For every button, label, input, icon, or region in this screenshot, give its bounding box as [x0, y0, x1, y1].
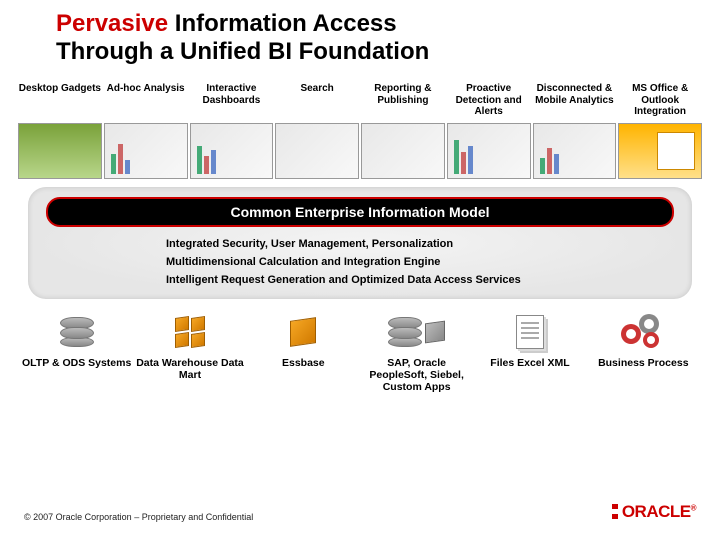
service-line: Intelligent Request Generation and Optim… — [46, 271, 674, 289]
model-container: Common Enterprise Information Model Inte… — [28, 187, 692, 299]
source-label: Data Warehouse Data Mart — [133, 357, 246, 381]
cap-cell: Interactive Dashboards — [190, 83, 274, 121]
copyright-text: © 2007 Oracle Corporation – Proprietary … — [24, 512, 253, 522]
cap-cell: MS Office & Outlook Integration — [618, 83, 702, 121]
database-cube-icon — [360, 311, 473, 353]
logo-reg: ® — [691, 503, 696, 512]
source-item: Data Warehouse Data Mart — [133, 311, 246, 393]
logo-main: ORACLE — [622, 502, 691, 521]
service-line: Multidimensional Calculation and Integra… — [46, 253, 674, 271]
source-label: OLTP & ODS Systems — [20, 357, 133, 369]
cap-cell: Search — [275, 83, 359, 121]
source-item: Essbase — [247, 311, 360, 393]
title-line2: Through a Unified BI Foundation — [56, 38, 429, 65]
thumb-gadgets-icon — [18, 123, 102, 179]
source-label: Files Excel XML — [473, 357, 586, 369]
thumb-alerts-icon — [447, 123, 531, 179]
thumb-office-icon — [618, 123, 702, 179]
gear-icon — [587, 311, 700, 353]
database-icon — [20, 311, 133, 353]
thumb-search-icon — [275, 123, 359, 179]
title-highlight: Pervasive — [56, 10, 168, 37]
document-icon — [473, 311, 586, 353]
thumb-mobile-icon — [533, 123, 617, 179]
source-label: Business Process — [587, 357, 700, 369]
thumb-reporting-icon — [361, 123, 445, 179]
cap-cell: Reporting & Publishing — [361, 83, 445, 121]
thumb-dashboards-icon — [190, 123, 274, 179]
footer: © 2007 Oracle Corporation – Proprietary … — [0, 502, 720, 522]
cap-cell: Disconnected & Mobile Analytics — [533, 83, 617, 121]
sources-row: OLTP & ODS Systems Data Warehouse Data M… — [20, 311, 700, 393]
cube-icon — [247, 311, 360, 353]
slide-title: Pervasive Information Access Through a U… — [0, 0, 720, 65]
cubes-icon — [133, 311, 246, 353]
thumbnail-row — [18, 123, 702, 179]
title-rest1: Information Access — [168, 10, 397, 37]
model-bar: Common Enterprise Information Model — [46, 197, 674, 227]
source-label: SAP, Oracle PeopleSoft, Siebel, Custom A… — [360, 357, 473, 393]
service-line: Integrated Security, User Management, Pe… — [46, 235, 674, 253]
source-item: Files Excel XML — [473, 311, 586, 393]
cap-cell: Proactive Detection and Alerts — [447, 83, 531, 121]
source-item: SAP, Oracle PeopleSoft, Siebel, Custom A… — [360, 311, 473, 393]
oracle-logo: ORACLE® — [612, 502, 696, 522]
source-item: Business Process — [587, 311, 700, 393]
source-label: Essbase — [247, 357, 360, 369]
cap-cell: Desktop Gadgets — [18, 83, 102, 121]
source-item: OLTP & ODS Systems — [20, 311, 133, 393]
capability-row: Desktop Gadgets Ad-hoc Analysis Interact… — [18, 83, 702, 121]
thumb-adhoc-icon — [104, 123, 188, 179]
cap-cell: Ad-hoc Analysis — [104, 83, 188, 121]
